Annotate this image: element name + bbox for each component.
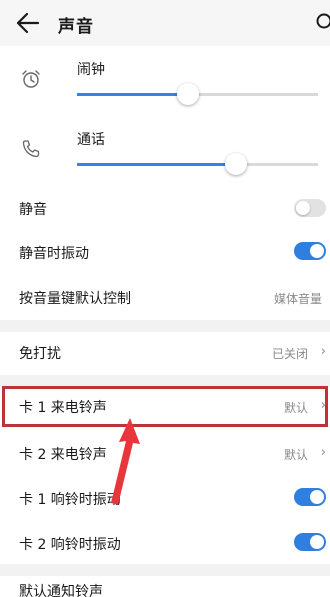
mute-toggle[interactable]: [294, 199, 326, 217]
sim2-ringtone-label: 卡 2 来电铃声: [19, 447, 107, 463]
search-icon: [316, 13, 330, 29]
section-divider: [0, 320, 330, 332]
sim2-vibrate-row[interactable]: 卡 2 响铃时振动: [0, 530, 330, 556]
sim2-ringtone-row[interactable]: 卡 2 来电铃声 默认 ›: [0, 440, 330, 466]
chevron-right-icon: ›: [320, 344, 326, 359]
sim1-vibrate-toggle[interactable]: [294, 488, 326, 506]
alarm-clock-icon: [20, 68, 42, 90]
call-volume-fill: [77, 163, 236, 166]
dnd-value: 已关闭: [271, 347, 308, 361]
sim1-vibrate-row[interactable]: 卡 1 响铃时振动: [0, 485, 330, 511]
sim2-ringtone-value: 默认: [283, 448, 308, 462]
search-button[interactable]: [314, 10, 330, 36]
section-divider: [0, 564, 330, 576]
page-title: 声音: [58, 17, 94, 37]
mute-label: 静音: [19, 202, 47, 218]
alarm-volume-slider[interactable]: [77, 83, 318, 105]
call-volume-slider[interactable]: [77, 153, 318, 175]
annotation-highlight-box: [2, 386, 328, 427]
chevron-right-icon: ›: [320, 445, 326, 460]
call-volume-row: 通话: [0, 128, 330, 198]
annotation-arrow-icon: [111, 418, 140, 505]
alarm-volume-fill: [77, 93, 188, 96]
call-volume-label: 通话: [77, 132, 105, 148]
call-volume-thumb[interactable]: [225, 153, 247, 175]
mute-vibrate-row[interactable]: 静音时振动: [0, 239, 330, 265]
notification-ringtone-row[interactable]: 默认通知铃声: [0, 578, 330, 597]
volume-key-row[interactable]: 按音量键默认控制 媒体音量: [0, 284, 330, 310]
alarm-volume-thumb[interactable]: [177, 83, 199, 105]
mute-row[interactable]: 静音: [0, 195, 330, 221]
alarm-volume-row: 闹钟: [0, 58, 330, 128]
mute-vibrate-toggle[interactable]: [294, 242, 326, 260]
sim2-vibrate-label: 卡 2 响铃时振动: [19, 537, 121, 553]
mute-vibrate-label: 静音时振动: [19, 246, 89, 262]
phone-icon: [20, 138, 42, 160]
back-arrow-icon: [16, 12, 40, 34]
volume-key-label: 按音量键默认控制: [19, 291, 131, 307]
dnd-label: 免打扰: [19, 346, 61, 362]
alarm-volume-label: 闹钟: [77, 62, 105, 78]
back-button[interactable]: [14, 10, 42, 36]
app-header: 声音: [0, 0, 330, 46]
volume-key-value: 媒体音量: [273, 292, 322, 306]
notification-ringtone-label: 默认通知铃声: [19, 584, 103, 597]
sim2-vibrate-toggle[interactable]: [294, 533, 326, 551]
dnd-row[interactable]: 免打扰 已关闭 ›: [0, 339, 330, 365]
